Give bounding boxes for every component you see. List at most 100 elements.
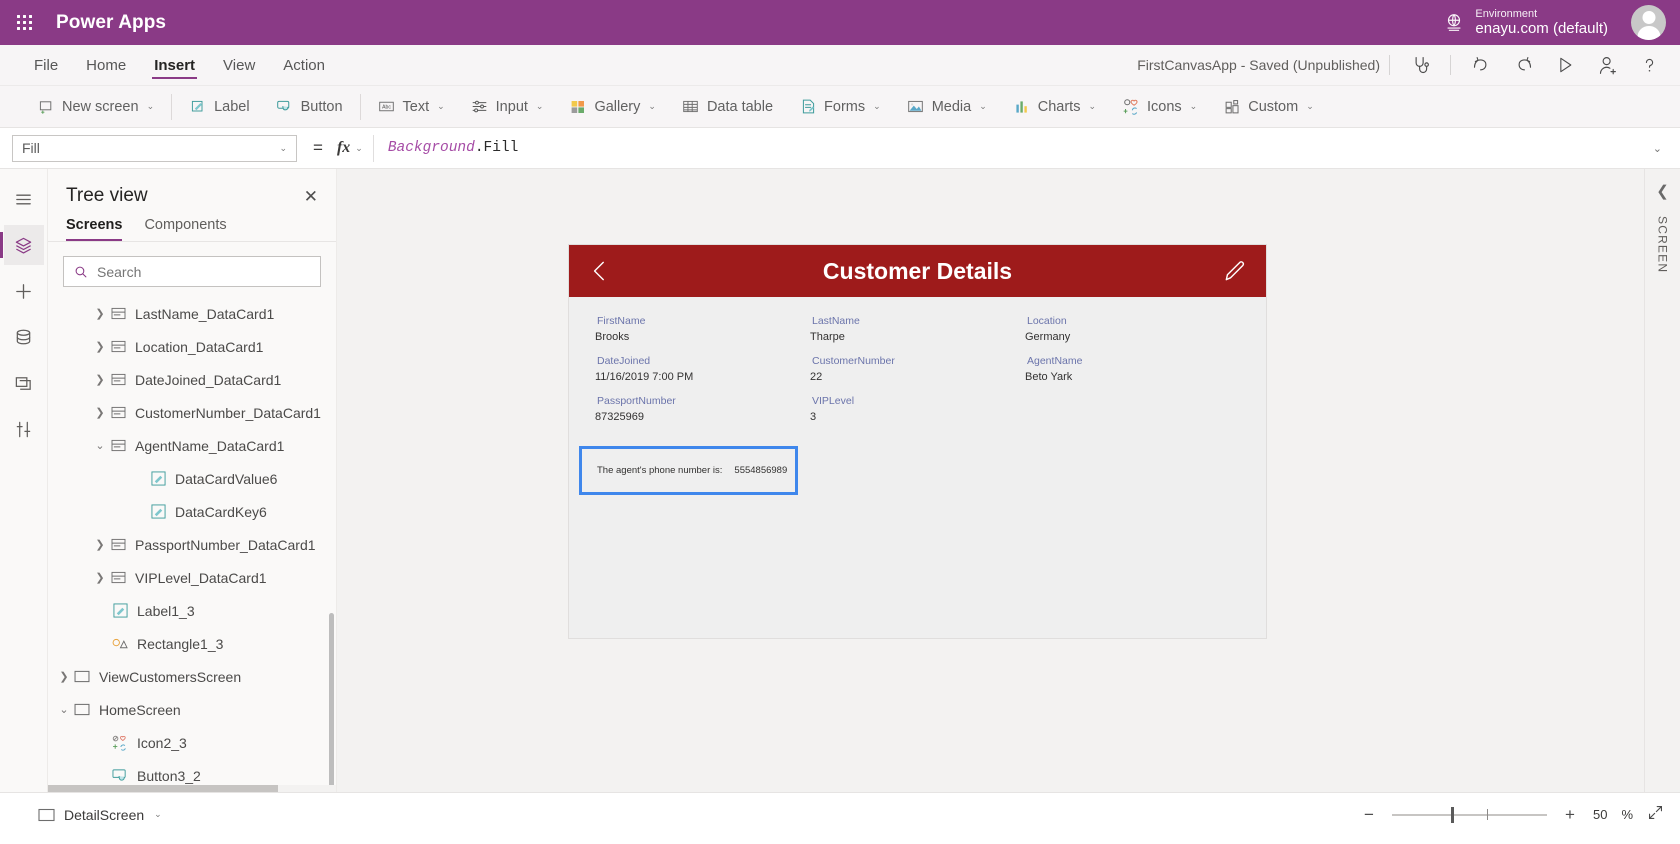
zoom-in-plus-icon[interactable]: + [1561, 805, 1579, 825]
app-preview-screen[interactable]: Customer Details FirstName Brooks LastNa… [569, 245, 1266, 638]
tree-node-lastname-datacard1[interactable]: ❯ LastName_DataCard1 [48, 297, 336, 330]
ribbon-icons[interactable]: Icons ⌄ [1109, 92, 1210, 122]
data-cylinder-icon[interactable] [4, 317, 44, 357]
form-field-lastname[interactable]: LastName Tharpe [810, 315, 1025, 347]
chevron-right-icon[interactable]: ❯ [92, 538, 108, 551]
undo-icon[interactable] [1462, 49, 1500, 81]
right-properties-rail[interactable]: ❮ SCREEN [1644, 169, 1680, 792]
menu-item-view[interactable]: View [211, 45, 267, 85]
edit-pencil-icon[interactable] [1222, 258, 1248, 284]
tab-components[interactable]: Components [144, 217, 226, 241]
status-screen-selector[interactable]: DetailScreen ⌄ [38, 807, 162, 823]
collapse-chevron-icon[interactable]: ❮ [1656, 182, 1669, 200]
search-box[interactable] [63, 256, 321, 287]
search-input[interactable] [97, 263, 310, 280]
tree-node-label: ViewCustomersScreen [99, 668, 242, 685]
tree-node-location-datacard1[interactable]: ❯ Location_DataCard1 [48, 330, 336, 363]
chevron-down-icon: ⌄ [279, 142, 287, 153]
media-folder-icon[interactable] [4, 363, 44, 403]
form-field-agentname[interactable]: AgentName Beto Yark [1025, 355, 1240, 387]
tree-horizontal-scrollbar[interactable] [48, 785, 336, 792]
shape-icon [110, 636, 130, 651]
advanced-tools-icon[interactable] [4, 409, 44, 449]
tree-node-passportnumber-datacard1[interactable]: ❯ PassportNumber_DataCard1 [48, 528, 336, 561]
ribbon-input[interactable]: Input ⌄ [458, 92, 557, 122]
tree-node-agentname-datacard1[interactable]: ⌄ AgentName_DataCard1 [48, 429, 336, 462]
zoom-slider-handle[interactable] [1450, 806, 1454, 823]
app-saved-status: FirstCanvasApp - Saved (Unpublished) [1137, 57, 1380, 73]
chevron-down-icon[interactable]: ⌄ [154, 809, 162, 820]
ribbon-data-table[interactable]: Data table [669, 92, 786, 122]
chevron-right-icon[interactable]: ❯ [92, 307, 108, 320]
selected-label-control[interactable]: The agent's phone number is: 5554856989 [579, 446, 798, 495]
form-field-firstname[interactable]: FirstName Brooks [595, 315, 810, 347]
tree-node-datacardvalue6[interactable]: DataCardValue6 [48, 462, 336, 495]
tree-view-header: Tree view ✕ [48, 169, 336, 217]
chevron-right-icon[interactable]: ❯ [92, 406, 108, 419]
tree-vertical-scrollbar[interactable] [329, 613, 334, 792]
tree-node-label1-3[interactable]: Label1_3 [48, 594, 336, 627]
ribbon-custom[interactable]: Custom ⌄ [1210, 92, 1327, 122]
chevron-right-icon[interactable]: ❯ [56, 670, 72, 683]
fx-button[interactable]: fx ⌄ [336, 134, 374, 162]
ribbon-text[interactable]: Abc Text ⌄ [365, 92, 458, 122]
tree-node-customernumber-datacard1[interactable]: ❯ CustomerNumber_DataCard1 [48, 396, 336, 429]
tree-node-datacardkey6[interactable]: DataCardKey6 [48, 495, 336, 528]
app-launcher-icon[interactable] [0, 15, 48, 30]
tree-node-datejoined-datacard1[interactable]: ❯ DateJoined_DataCard1 [48, 363, 336, 396]
environment-selector[interactable]: Environment enayu.com (default) [1443, 0, 1608, 45]
app-checker-icon[interactable] [1401, 49, 1439, 81]
property-select[interactable]: Fill ⌄ [12, 134, 297, 162]
menu-item-file[interactable]: File [22, 45, 70, 85]
tree-node-label: Icon2_3 [137, 734, 187, 751]
ribbon-media[interactable]: Media ⌄ [894, 92, 1000, 122]
fx-icon: fx [336, 139, 351, 156]
chevron-right-icon[interactable]: ❯ [92, 340, 108, 353]
ribbon-charts[interactable]: Charts ⌄ [1000, 92, 1109, 122]
menu-item-insert[interactable]: Insert [142, 45, 207, 85]
hamburger-menu-icon[interactable] [4, 179, 44, 219]
back-chevron-icon[interactable] [587, 258, 613, 284]
share-user-icon[interactable] [1588, 49, 1626, 81]
formula-expand-chevron-icon[interactable]: ⌄ [1647, 142, 1668, 155]
ribbon-button[interactable]: Button [263, 92, 356, 122]
brand-title[interactable]: Power Apps [48, 12, 166, 34]
zoom-out-minus-icon[interactable]: − [1360, 805, 1378, 825]
chevron-down-icon[interactable]: ⌄ [92, 439, 108, 452]
chevron-down-icon[interactable]: ⌄ [56, 703, 72, 716]
ribbon-new-screen[interactable]: New screen ⌄ [24, 92, 167, 122]
user-avatar[interactable] [1631, 5, 1666, 40]
help-icon[interactable] [1630, 49, 1668, 81]
tree-node-icon2-3[interactable]: Icon2_3 [48, 726, 336, 759]
form-field-customernumber[interactable]: CustomerNumber 22 [810, 355, 1025, 387]
ribbon-forms[interactable]: Forms ⌄ [786, 92, 894, 122]
form-field-passportnumber[interactable]: PassportNumber 87325969 [595, 395, 810, 427]
canvas-area[interactable]: Customer Details FirstName Brooks LastNa… [337, 169, 1680, 792]
formula-input[interactable]: Background.Fill [374, 140, 1647, 156]
form-field-datejoined[interactable]: DateJoined 11/16/2019 7:00 PM [595, 355, 810, 387]
tree-view-layers-icon[interactable] [0, 225, 44, 265]
chevron-right-icon[interactable]: ❯ [92, 373, 108, 386]
redo-icon[interactable] [1504, 49, 1542, 81]
fit-to-screen-icon[interactable] [1647, 804, 1664, 826]
menu-item-action[interactable]: Action [271, 45, 337, 85]
chevron-right-icon[interactable]: ❯ [92, 571, 108, 584]
ribbon-gallery[interactable]: Gallery ⌄ [556, 92, 668, 122]
tree-node-viewcustomersscreen[interactable]: ❯ ViewCustomersScreen [48, 660, 336, 693]
formula-bar: Fill ⌄ = fx ⌄ Background.Fill ⌄ [0, 128, 1680, 169]
menu-item-home[interactable]: Home [74, 45, 138, 85]
form-field-viplevel[interactable]: VIPLevel 3 [810, 395, 1025, 427]
data-card-icon [108, 439, 128, 452]
form-field-location[interactable]: Location Germany [1025, 315, 1240, 347]
zoom-slider[interactable] [1391, 806, 1547, 823]
tab-screens[interactable]: Screens [66, 217, 123, 241]
tree-node-rectangle1-3[interactable]: Rectangle1_3 [48, 627, 336, 660]
tree-node-viplevel-datacard1[interactable]: ❯ VIPLevel_DataCard1 [48, 561, 336, 594]
insert-plus-icon[interactable] [4, 271, 44, 311]
preview-play-icon[interactable] [1546, 49, 1584, 81]
close-icon[interactable]: ✕ [304, 188, 318, 205]
ribbon-label[interactable]: Label [176, 92, 262, 122]
tree-node-homescreen[interactable]: ⌄ HomeScreen [48, 693, 336, 726]
tree-node-label: DataCardKey6 [175, 503, 267, 520]
tree-node-list[interactable]: ❯ LastName_DataCard1 ❯ Location_DataCard… [48, 293, 336, 792]
